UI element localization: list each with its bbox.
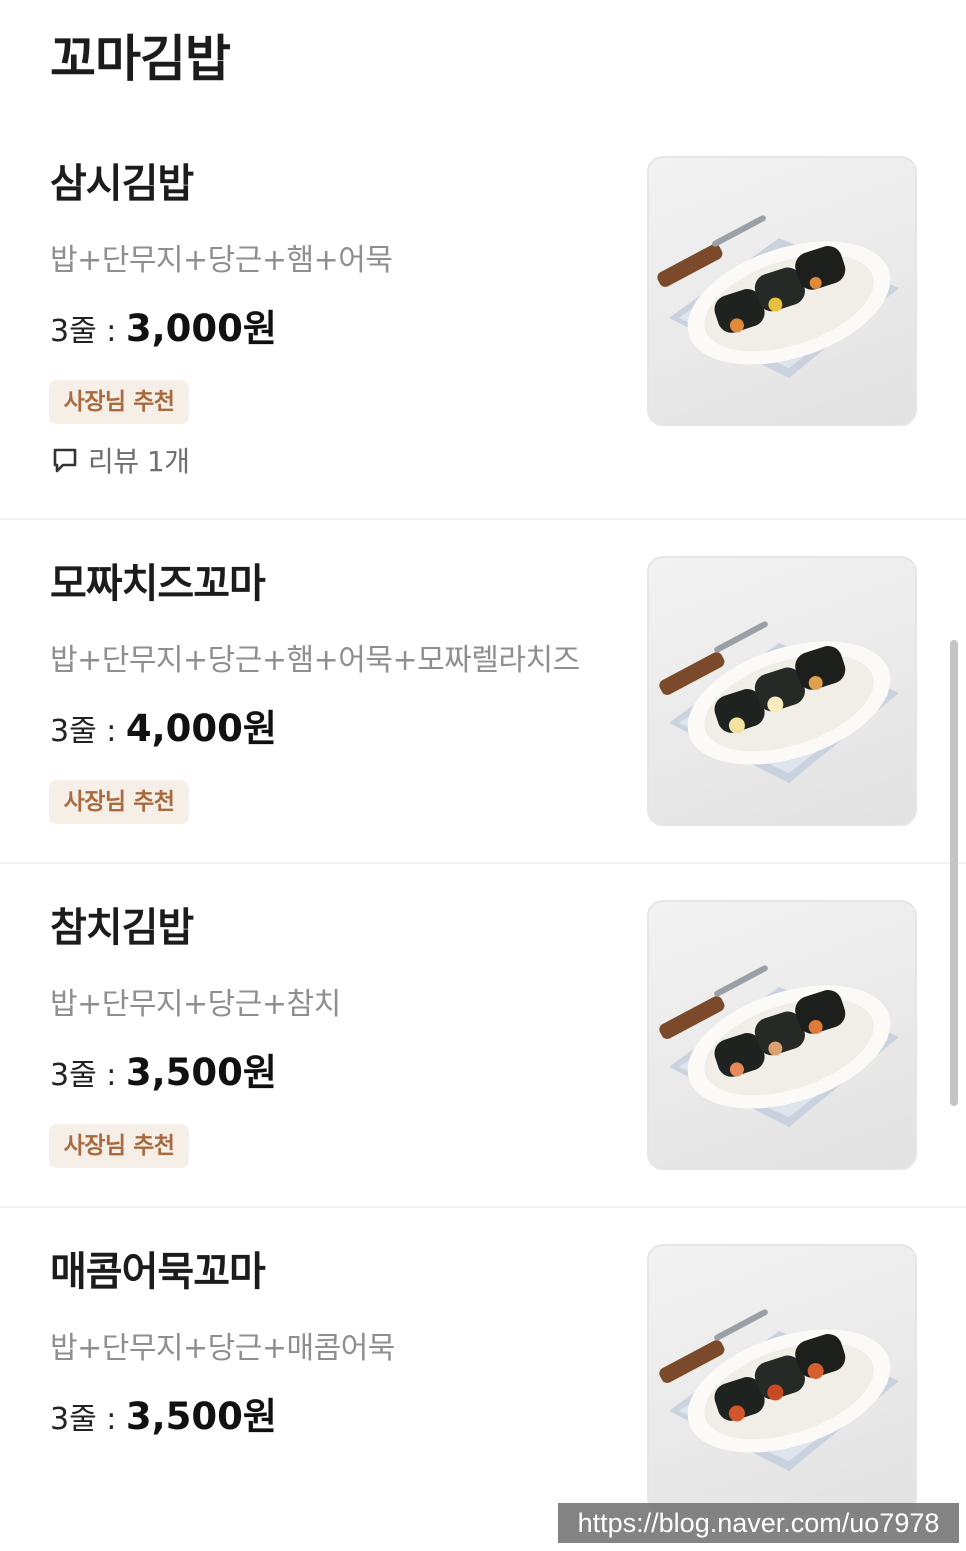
item-name: 삼시김밥 (50, 161, 194, 207)
item-name: 매콤어묵꼬마 (50, 1249, 266, 1295)
item-name: 참치김밥 (50, 905, 194, 951)
item-photo[interactable] (647, 900, 917, 1170)
price-unit: 3줄 : (50, 714, 126, 749)
item-photo[interactable] (647, 156, 917, 426)
page-title: 꼬마김밥 (50, 30, 231, 88)
review-link[interactable]: 리뷰 1개 (50, 440, 190, 480)
item-price: 3줄 : 3,500원 (50, 1392, 277, 1449)
item-name: 모짜치즈꼬마 (50, 561, 266, 607)
kimbap-plate-image (657, 215, 899, 378)
kimbap-plate-image (659, 1309, 899, 1471)
price-value: 3,500원 (125, 1051, 277, 1094)
menu-item[interactable]: 모짜치즈꼬마 밥+단무지+당근+햄+어묵+모짜렐라치즈 3줄 : 4,000원 … (0, 520, 966, 864)
menu-item[interactable]: 삼시김밥 밥+단무지+당근+햄+어묵 3줄 : 3,000원 사장님 추천 리뷰… (0, 120, 966, 520)
price-value: 3,500원 (125, 1395, 277, 1438)
scrollbar-thumb[interactable] (950, 640, 958, 1106)
item-price: 3줄 : 3,500원 (50, 1048, 277, 1105)
recommend-badge: 사장님 추천 (49, 1124, 189, 1168)
speech-bubble-icon (53, 448, 77, 473)
item-price: 3줄 : 4,000원 (50, 704, 277, 761)
review-count: 리뷰 1개 (88, 445, 190, 478)
recommend-badge: 사장님 추천 (49, 380, 189, 424)
item-description: 밥+단무지+당근+햄+어묵 (50, 243, 393, 278)
price-value: 3,000원 (125, 307, 277, 350)
item-photo[interactable] (647, 556, 917, 826)
item-price: 3줄 : 3,000원 (50, 304, 277, 361)
recommend-badge: 사장님 추천 (49, 780, 189, 824)
kimbap-plate-image (659, 965, 899, 1127)
blog-watermark: https://blog.naver.com/uo7978 (558, 1503, 959, 1543)
kimbap-plate-image (659, 621, 899, 783)
menu-item[interactable]: 참치김밥 밥+단무지+당근+참치 3줄 : 3,500원 사장님 추천 (0, 864, 966, 1208)
item-description: 밥+단무지+당근+햄+어묵+모짜렐라치즈 (50, 643, 580, 678)
scrollbar[interactable] (950, 640, 958, 1106)
price-unit: 3줄 : (50, 314, 126, 349)
item-description: 밥+단무지+당근+참치 (50, 987, 341, 1022)
price-unit: 3줄 : (50, 1058, 126, 1093)
menu-item[interactable]: 매콤어묵꼬마 밥+단무지+당근+매콤어묵 3줄 : 3,500원 (0, 1208, 966, 1551)
price-unit: 3줄 : (50, 1402, 126, 1437)
item-description: 밥+단무지+당근+매콤어묵 (50, 1331, 395, 1366)
price-value: 4,000원 (125, 707, 277, 750)
item-photo[interactable] (647, 1244, 917, 1514)
